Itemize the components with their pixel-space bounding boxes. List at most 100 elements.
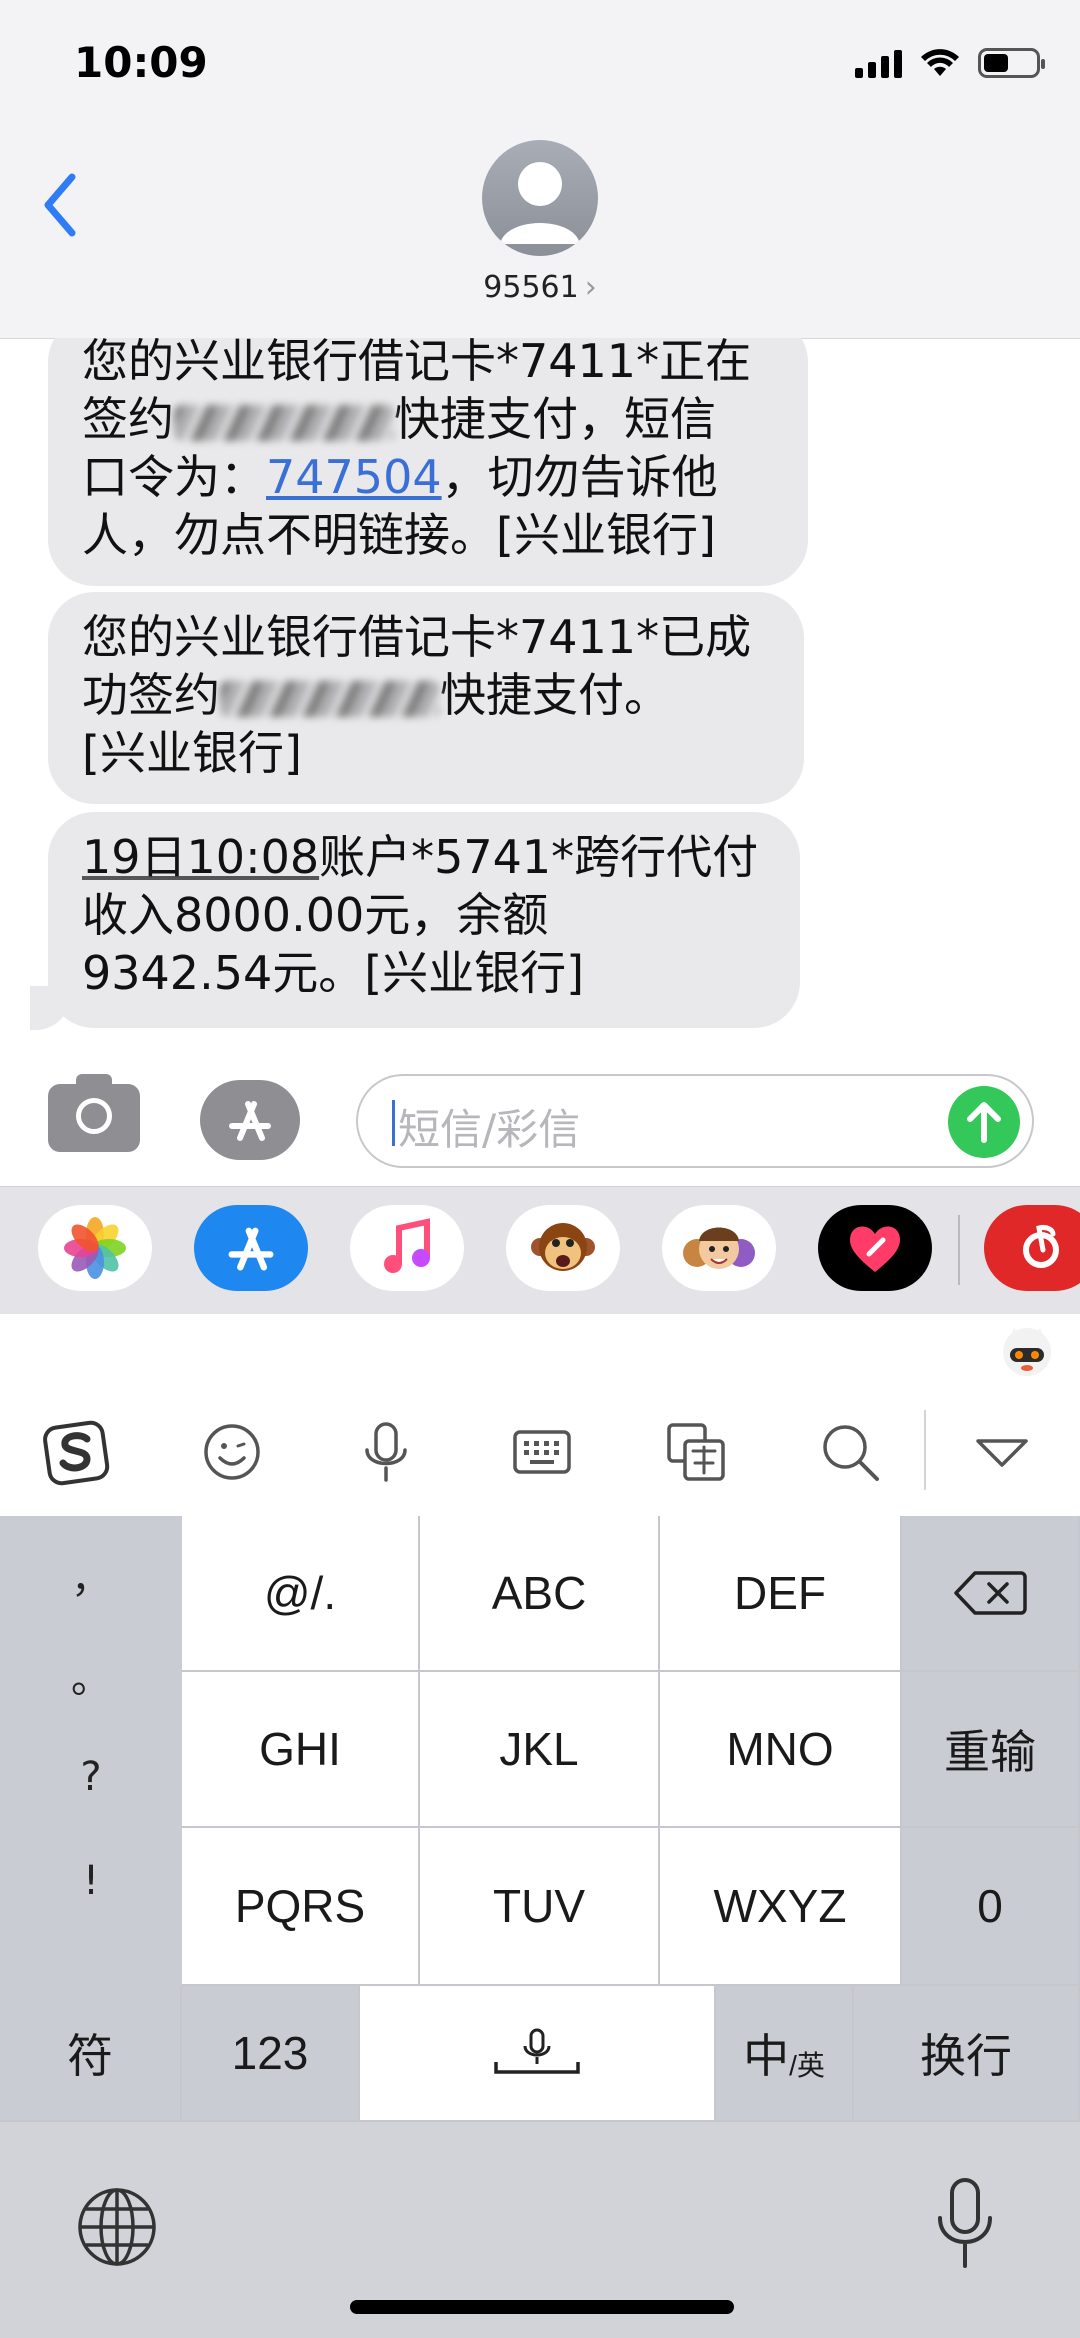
keyboard-switch-button[interactable]: [504, 1414, 580, 1490]
keyboard-icon: [513, 1430, 571, 1474]
home-indicator[interactable]: [350, 2300, 734, 2314]
globe-icon[interactable]: [74, 2184, 160, 2270]
language-toggle-key[interactable]: 中/英: [716, 1986, 854, 2122]
redacted-text: [220, 680, 440, 717]
key-def[interactable]: DEF: [660, 1516, 902, 1672]
punct-key[interactable]: 。: [0, 1646, 182, 1704]
message-line: 收入8000.00元，余额: [82, 888, 549, 942]
key-wxyz[interactable]: WXYZ: [660, 1828, 902, 1986]
emoji-icon: [204, 1424, 260, 1480]
memoji-app[interactable]: [662, 1205, 776, 1291]
monkey-animoji-icon: [531, 1223, 595, 1271]
heart-icon: [850, 1226, 900, 1272]
netease-music-icon: [1023, 1225, 1059, 1268]
translate-button[interactable]: [658, 1414, 734, 1490]
punctuation-column[interactable]: ， 。 ? !: [0, 1516, 184, 1986]
cellular-signal-icon: [855, 48, 902, 78]
punct-key[interactable]: ?: [0, 1754, 182, 1800]
punct-key[interactable]: !: [0, 1858, 182, 1904]
symbols-key[interactable]: 符: [0, 1986, 182, 2122]
bubble-tail: [30, 986, 70, 1030]
wifi-icon: [921, 49, 959, 76]
back-button[interactable]: [30, 150, 90, 260]
status-bar: 10:09: [0, 0, 1080, 130]
key-at[interactable]: @/.: [182, 1516, 420, 1672]
t9-keyboard: ， 。 ? ! @/. ABC DEF GHI JKL MNO 重输 PQRS …: [0, 1516, 1080, 2122]
delete-icon: [954, 1571, 1027, 1615]
space-mic-icon: [494, 2028, 580, 2074]
contact-name: 95561: [483, 270, 579, 305]
redacted-text: [174, 404, 394, 441]
search-button[interactable]: [812, 1414, 888, 1490]
music-icon: [384, 1218, 430, 1273]
delete-key[interactable]: [902, 1516, 1080, 1672]
key-mno[interactable]: MNO: [660, 1672, 902, 1828]
memoji-icon: [683, 1227, 755, 1269]
battery-icon: [978, 48, 1045, 78]
animoji-app[interactable]: [506, 1205, 620, 1291]
appstore-app[interactable]: [194, 1205, 308, 1291]
composer-row: 短信/彩信: [0, 1060, 1080, 1180]
message-line: 人，勿点不明链接。[兴业银行]: [82, 508, 716, 562]
message-bubble[interactable]: 您的兴业银行借记卡*7411*已成 功签约 快捷支付。 [兴业银行]: [48, 592, 804, 804]
key-abc[interactable]: ABC: [420, 1516, 660, 1672]
keyboard-bottom-bar: [0, 2122, 1080, 2338]
punct-key[interactable]: ，: [0, 1546, 182, 1604]
key-ghi[interactable]: GHI: [182, 1672, 420, 1828]
key-zero[interactable]: 0: [902, 1828, 1080, 1986]
reset-input-key[interactable]: 重输: [902, 1672, 1080, 1828]
message-line: [兴业银行]: [82, 726, 302, 780]
send-button[interactable]: [948, 1086, 1020, 1158]
return-key[interactable]: 换行: [854, 1986, 1080, 2122]
numbers-key[interactable]: 123: [182, 1986, 360, 2122]
emoji-button[interactable]: [194, 1414, 270, 1490]
message-line: 口令为：747504，切勿告诉他: [82, 450, 718, 504]
collapse-triangle-icon: [976, 1439, 1028, 1467]
contact-name-button[interactable]: 95561 ›: [0, 270, 1080, 305]
avatar-icon: [500, 162, 580, 244]
sogou-logo-icon: [43, 1420, 110, 1486]
chevron-right-icon: ›: [584, 270, 597, 305]
conversation-header: 95561 ›: [0, 130, 1080, 339]
space-key[interactable]: [360, 1986, 716, 2122]
message-line: 您的兴业银行借记卡*7411*正在: [82, 338, 752, 388]
hide-keyboard-button[interactable]: [964, 1414, 1040, 1490]
candidate-bar: [0, 1314, 1080, 1387]
netease-music-app[interactable]: [984, 1205, 1080, 1291]
key-tuv[interactable]: TUV: [420, 1828, 660, 1986]
verification-code-link[interactable]: 747504: [266, 450, 442, 504]
apps-button[interactable]: [200, 1080, 300, 1160]
message-list[interactable]: 您的兴业银行借记卡*7411*正在 签约 快捷支付，短信 口令为：747504，切…: [0, 338, 1080, 1038]
sogou-menu-button[interactable]: [38, 1414, 114, 1490]
voice-input-button[interactable]: [348, 1414, 424, 1490]
key-jkl[interactable]: JKL: [420, 1672, 660, 1828]
sogou-mascot-icon[interactable]: [1000, 1324, 1054, 1378]
message-bubble[interactable]: 您的兴业银行借记卡*7411*正在 签约 快捷支付，短信 口令为：747504，切…: [48, 338, 808, 586]
date-link[interactable]: 19日10:08: [82, 830, 319, 884]
mic-icon: [365, 1422, 407, 1482]
message-line: 9342.54元。[兴业银行]: [82, 946, 585, 1000]
message-bubble[interactable]: 19日10:08账户*5741*跨行代付 收入8000.00元，余额 9342.…: [48, 812, 800, 1028]
photos-app[interactable]: [38, 1205, 152, 1291]
send-arrow-icon: [967, 1102, 1001, 1143]
message-line: 19日10:08账户*5741*跨行代付: [82, 830, 759, 884]
translate-icon: [667, 1423, 725, 1481]
status-icons: [855, 48, 1045, 78]
text-caret: [392, 1100, 395, 1146]
search-icon: [823, 1425, 879, 1481]
message-line: 功签约 快捷支付。: [82, 668, 670, 722]
message-line: 签约 快捷支付，短信: [82, 392, 716, 446]
message-line: 您的兴业银行借记卡*7411*已成: [82, 610, 752, 664]
message-input[interactable]: 短信/彩信: [356, 1074, 1034, 1168]
dictation-mic-icon[interactable]: [930, 2174, 1000, 2274]
chevron-left-icon: [44, 173, 76, 237]
music-app[interactable]: [350, 1205, 464, 1291]
digital-touch-app[interactable]: [818, 1205, 932, 1291]
photos-icon: [64, 1217, 126, 1279]
key-pqrs[interactable]: PQRS: [182, 1828, 420, 1986]
toolbar-separator: [924, 1410, 926, 1490]
ime-toolbar: [0, 1386, 1080, 1516]
contact-avatar[interactable]: [482, 140, 598, 256]
camera-button[interactable]: [48, 1074, 140, 1152]
imessage-app-drawer[interactable]: [0, 1186, 1080, 1315]
